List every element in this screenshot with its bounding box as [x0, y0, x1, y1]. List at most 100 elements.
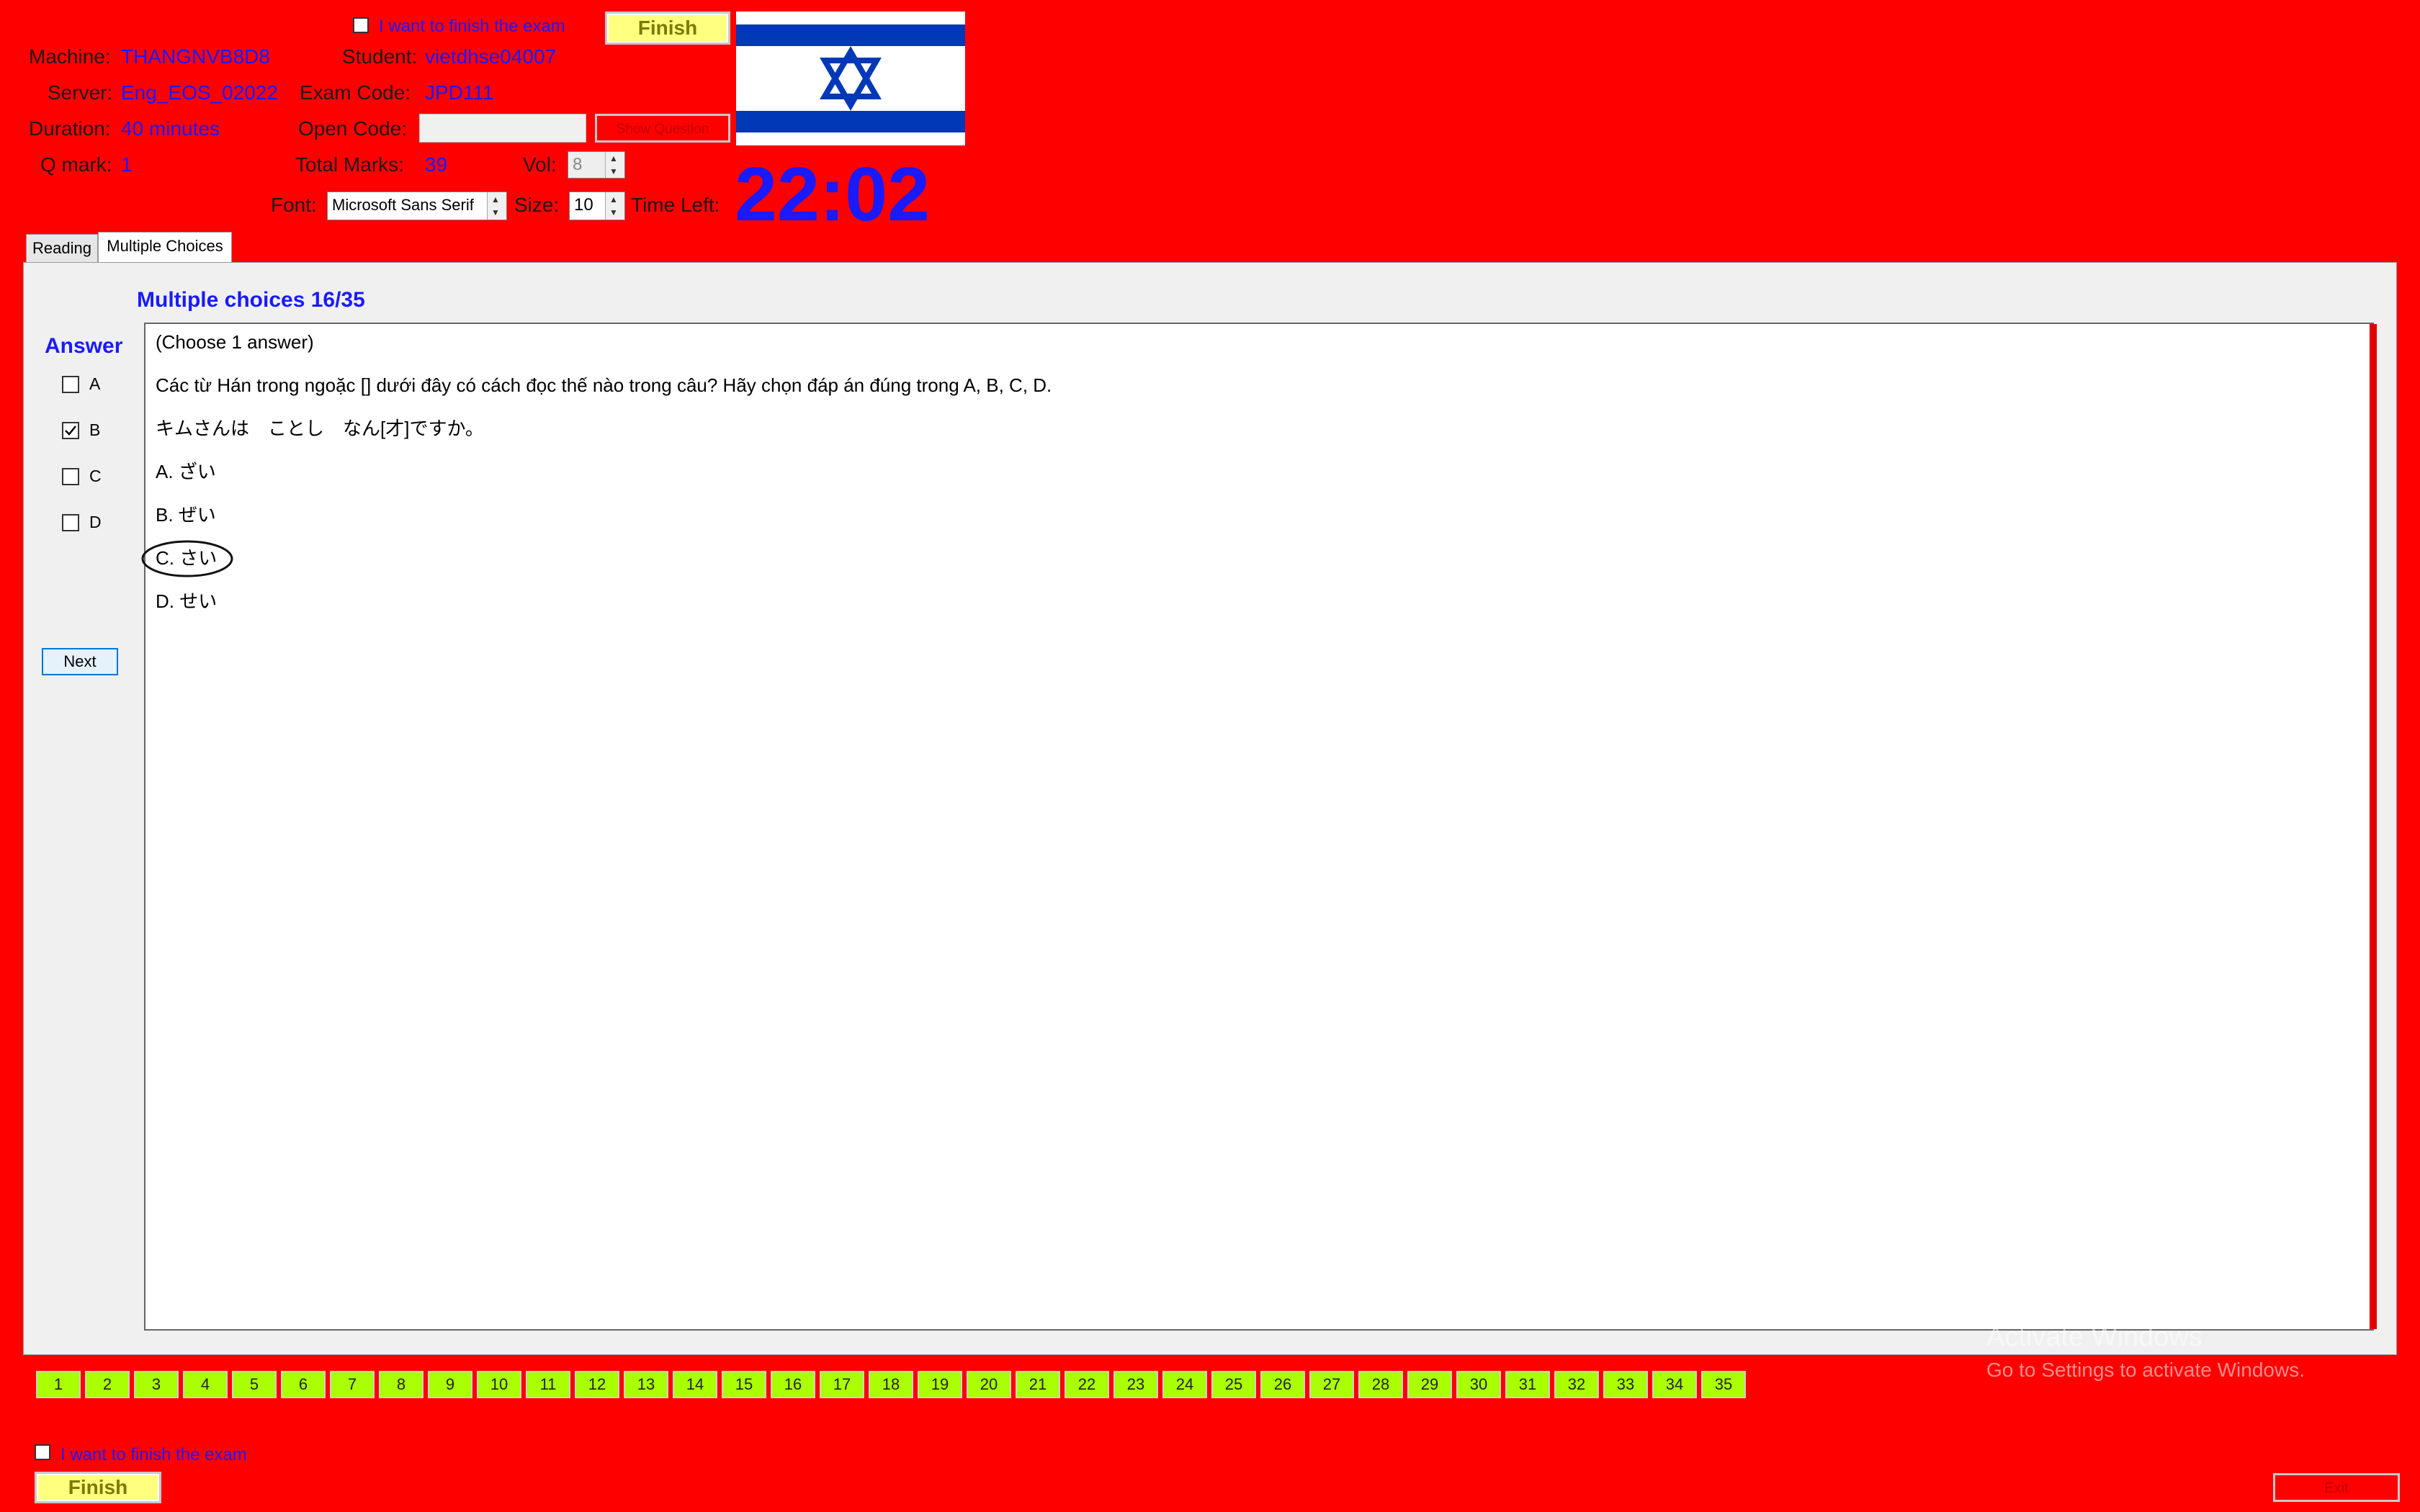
answer-label-c: C — [89, 467, 102, 485]
open-code-label: Open Code: — [298, 117, 407, 140]
machine-value: THANGNVB8D8 — [121, 45, 270, 68]
open-code-input[interactable] — [419, 114, 586, 143]
question-nav-button[interactable]: 9 — [428, 1371, 472, 1398]
answer-label-b: B — [89, 420, 101, 439]
question-nav-button[interactable]: 7 — [330, 1371, 375, 1398]
answer-label-a: A — [89, 374, 101, 393]
activate-windows-subtitle: Go to Settings to activate Windows. — [1986, 1359, 2305, 1381]
question-nav-button[interactable]: 21 — [1016, 1371, 1060, 1398]
question-instruction: (Choose 1 answer) — [156, 331, 314, 353]
question-nav-button[interactable]: 11 — [526, 1371, 570, 1398]
exam-code-label: Exam Code: — [300, 81, 411, 104]
question-nav-button[interactable]: 24 — [1162, 1371, 1207, 1398]
question-nav-button[interactable]: 14 — [673, 1371, 717, 1398]
question-nav-button[interactable]: 12 — [575, 1371, 619, 1398]
q-mark-value: 1 — [121, 153, 133, 176]
question-nav-button[interactable]: 22 — [1065, 1371, 1109, 1398]
question-prompt: Các từ Hán trong ngoặc [] dưới đây có cá… — [156, 374, 1052, 396]
handwritten-circle-annotation — [141, 540, 233, 577]
countdown-timer: 22:02 — [735, 152, 931, 237]
vol-stepper[interactable]: 8 ▲ ▼ — [568, 151, 625, 179]
duration-value: 40 minutes — [121, 117, 220, 140]
question-nav-button[interactable]: 18 — [869, 1371, 913, 1398]
question-option-b: B. ぜい — [156, 504, 216, 526]
question-nav-button[interactable]: 25 — [1211, 1371, 1256, 1398]
total-marks-value: 39 — [425, 153, 448, 176]
scrollbar-indicator[interactable] — [2370, 324, 2377, 1329]
font-selector-arrows[interactable]: ▲ ▼ — [487, 192, 506, 220]
font-value: Microsoft Sans Serif — [332, 196, 474, 214]
question-nav-button[interactable]: 5 — [232, 1371, 277, 1398]
question-nav-button[interactable]: 17 — [820, 1371, 864, 1398]
answer-heading: Answer — [45, 334, 123, 358]
finish-button-bottom[interactable]: Finish — [35, 1472, 161, 1503]
size-value: 10 — [574, 195, 593, 215]
question-nav-button[interactable]: 13 — [624, 1371, 668, 1398]
question-nav-button[interactable]: 32 — [1554, 1371, 1599, 1398]
question-nav-button[interactable]: 4 — [183, 1371, 228, 1398]
answer-checkbox-b[interactable] — [62, 422, 79, 439]
answer-checkbox-c[interactable] — [62, 468, 79, 485]
size-stepper-arrows[interactable]: ▲ ▼ — [605, 192, 624, 220]
question-nav-button[interactable]: 10 — [477, 1371, 521, 1398]
question-nav-button[interactable]: 2 — [85, 1371, 130, 1398]
question-nav-button[interactable]: 33 — [1603, 1371, 1648, 1398]
question-nav-button[interactable]: 23 — [1113, 1371, 1158, 1398]
tab-reading[interactable]: Reading — [26, 234, 98, 263]
vol-label: Vol: — [523, 153, 557, 176]
question-nav-button[interactable]: 35 — [1701, 1371, 1746, 1398]
duration-label: Duration: — [29, 117, 111, 140]
student-value: vietdhse04007 — [425, 45, 557, 68]
exit-button-label: Exit — [2324, 1480, 2349, 1496]
next-button[interactable]: Next — [42, 648, 118, 675]
flag-icon — [736, 24, 965, 132]
answer-checkbox-a[interactable] — [62, 376, 79, 393]
question-nav-button[interactable]: 26 — [1260, 1371, 1305, 1398]
server-value: Eng_EOS_02022 — [121, 81, 278, 104]
vol-stepper-arrows[interactable]: ▲ ▼ — [605, 152, 624, 178]
question-nav-button[interactable]: 31 — [1505, 1371, 1550, 1398]
finish-exam-checkbox-top[interactable] — [353, 17, 369, 33]
finish-button-top[interactable]: Finish — [605, 12, 730, 45]
question-nav-button[interactable]: 27 — [1309, 1371, 1354, 1398]
question-title: Multiple choices 16/35 — [137, 288, 365, 312]
question-nav-button[interactable]: 8 — [379, 1371, 424, 1398]
flag-image — [736, 12, 965, 145]
question-nav-button[interactable]: 3 — [134, 1371, 179, 1398]
size-label: Size: — [514, 194, 560, 216]
question-option-d: D. せい — [156, 590, 218, 612]
exit-button[interactable]: Exit — [2273, 1473, 2400, 1502]
question-nav-button[interactable]: 15 — [722, 1371, 766, 1398]
finish-exam-checkbox-label-bottom: I want to finish the exam — [60, 1445, 247, 1464]
server-label: Server: — [48, 81, 113, 104]
finish-exam-checkbox-label-top: I want to finish the exam — [379, 17, 565, 36]
answer-label-d: D — [89, 513, 102, 531]
checkmark-icon — [65, 426, 76, 436]
student-label: Student: — [342, 45, 418, 68]
font-selector[interactable]: Microsoft Sans Serif ▲ ▼ — [327, 192, 507, 220]
show-question-button[interactable]: Show Question — [595, 114, 730, 143]
question-text-area: (Choose 1 answer) Các từ Hán trong ngoặc… — [141, 323, 2374, 1331]
size-stepper[interactable]: 10 ▲ ▼ — [569, 192, 625, 220]
question-nav-button[interactable]: 30 — [1456, 1371, 1501, 1398]
question-nav-button[interactable]: 20 — [967, 1371, 1011, 1398]
tab-multiple-choices[interactable]: Multiple Choices — [98, 232, 232, 262]
activate-windows-title: Activate Windows — [1986, 1322, 2202, 1352]
question-nav-button[interactable]: 28 — [1358, 1371, 1403, 1398]
finish-exam-checkbox-bottom[interactable] — [35, 1444, 50, 1460]
question-nav-button[interactable]: 34 — [1652, 1371, 1697, 1398]
question-option-a: A. ざい — [156, 461, 216, 482]
vol-value: 8 — [573, 155, 583, 174]
question-nav-button[interactable]: 16 — [771, 1371, 815, 1398]
q-mark-label: Q mark: — [40, 153, 112, 176]
question-nav-button[interactable]: 29 — [1407, 1371, 1452, 1398]
question-nav-button[interactable]: 19 — [918, 1371, 962, 1398]
answer-checkbox-d[interactable] — [62, 514, 79, 531]
font-label: Font: — [271, 194, 317, 216]
question-sentence: キムさんは ことし なん[才]ですか。 — [156, 418, 484, 439]
question-nav-button[interactable]: 6 — [281, 1371, 326, 1398]
question-nav-button[interactable]: 1 — [36, 1371, 81, 1398]
machine-label: Machine: — [29, 45, 111, 68]
total-marks-label: Total Marks: — [295, 153, 404, 176]
exam-code-value: JPD111 — [425, 81, 494, 104]
